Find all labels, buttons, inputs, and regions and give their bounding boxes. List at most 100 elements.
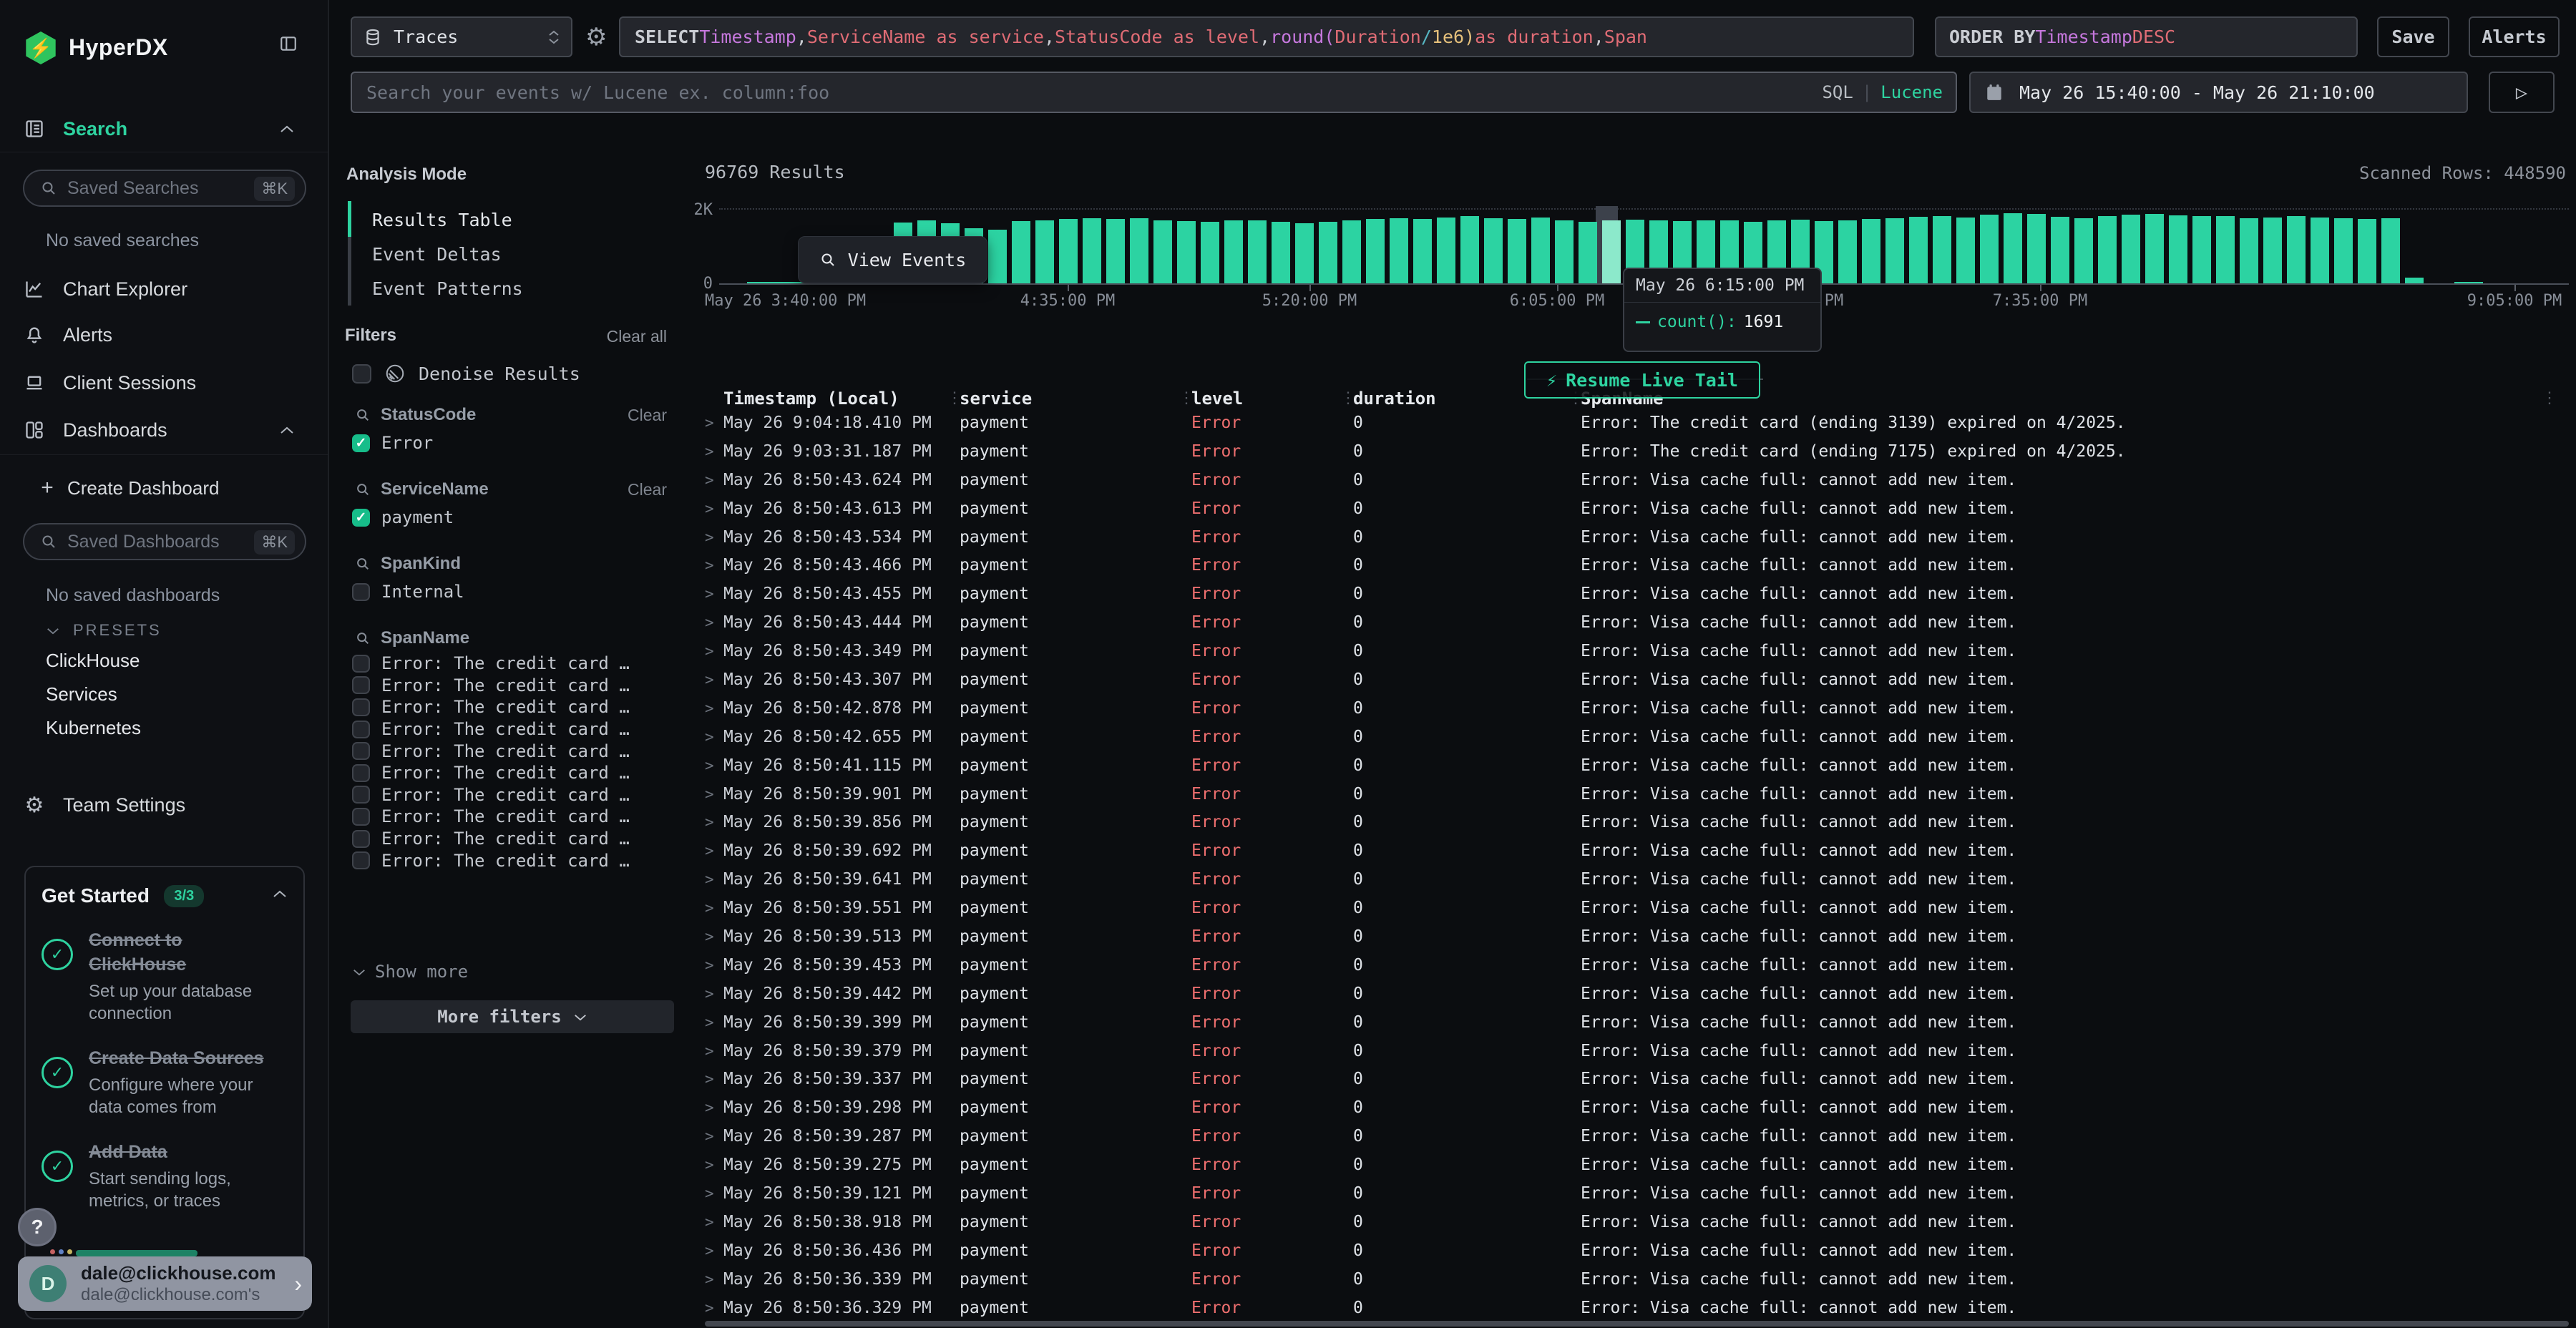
chart-bar[interactable]	[2098, 216, 2117, 284]
chart-bar[interactable]	[1319, 222, 1337, 284]
row-expand-chevron-icon[interactable]: >	[705, 786, 723, 803]
saved-dashboards-input[interactable]: Saved Dashboards ⌘K	[23, 523, 306, 560]
chart-bar[interactable]	[2216, 216, 2235, 284]
filter-checkbox[interactable]	[352, 655, 370, 673]
chart-bar[interactable]	[2074, 218, 2093, 284]
sidebar-item-chart-explorer[interactable]: Chart Explorer	[0, 273, 328, 305]
filter-checkbox[interactable]	[352, 676, 370, 694]
row-expand-chevron-icon[interactable]: >	[705, 1299, 723, 1317]
analysis-mode-item[interactable]: Event Patterns	[372, 271, 523, 306]
create-dashboard-button[interactable]: + Create Dashboard	[0, 472, 328, 504]
row-expand-chevron-icon[interactable]: >	[705, 557, 723, 574]
filter-option[interactable]: Error: The credit card …	[331, 718, 687, 741]
chart-bar[interactable]	[1248, 220, 1267, 284]
table-row[interactable]: >May 26 8:50:36.436 PMpaymentError0Error…	[705, 1236, 2569, 1265]
chart-bar[interactable]	[1106, 219, 1125, 284]
table-row[interactable]: >May 26 8:50:39.901 PMpaymentError0Error…	[705, 780, 2569, 809]
table-row[interactable]: >May 26 8:50:43.307 PMpaymentError0Error…	[705, 665, 2569, 694]
table-row[interactable]: >May 26 8:50:43.624 PMpaymentError0Error…	[705, 466, 2569, 494]
table-row[interactable]: >May 26 8:50:39.692 PMpaymentError0Error…	[705, 836, 2569, 865]
row-expand-chevron-icon[interactable]: >	[705, 1242, 723, 1259]
row-expand-chevron-icon[interactable]: >	[705, 757, 723, 774]
denoise-results-option[interactable]: Denoise Results	[352, 363, 580, 384]
chart-bar[interactable]	[2027, 214, 2046, 284]
more-filters-button[interactable]: More filters	[351, 1000, 674, 1033]
chart-bar[interactable]	[988, 230, 1007, 284]
filter-clear-button[interactable]: Clear	[628, 406, 667, 425]
table-row[interactable]: >May 26 8:50:43.466 PMpaymentError0Error…	[705, 551, 2569, 580]
chart-bar[interactable]	[2381, 218, 2400, 284]
show-more-button[interactable]: Show more	[352, 962, 468, 982]
table-row[interactable]: >May 26 9:04:18.410 PMpaymentError0Error…	[705, 409, 2569, 437]
sql-select-editor[interactable]: SELECT Timestamp, ServiceName as service…	[619, 16, 1914, 57]
column-menu-icon[interactable]: ⋮	[2542, 389, 2557, 407]
row-expand-chevron-icon[interactable]: >	[705, 643, 723, 660]
save-button[interactable]: Save	[2377, 16, 2449, 57]
filter-option[interactable]: Error: The credit card …	[331, 849, 687, 872]
table-row[interactable]: >May 26 8:50:39.275 PMpaymentError0Error…	[705, 1151, 2569, 1179]
chart-bar[interactable]	[2169, 215, 2187, 284]
chart-bar[interactable]	[1933, 216, 1951, 284]
user-menu[interactable]: D dale@clickhouse.com dale@clickhouse.co…	[18, 1256, 312, 1311]
run-query-button[interactable]: ▷	[2489, 72, 2555, 113]
chart-bar[interactable]	[1083, 218, 1101, 284]
row-expand-chevron-icon[interactable]: >	[705, 814, 723, 831]
get-started-step[interactable]: ✓Connect to ClickHouseSet up your databa…	[42, 929, 288, 1025]
column-timestamp[interactable]: Timestamp (Local)	[723, 389, 960, 409]
sidebar-item-client-sessions[interactable]: Client Sessions	[0, 367, 328, 399]
row-expand-chevron-icon[interactable]: >	[705, 871, 723, 888]
presets-toggle[interactable]: PRESETS	[46, 621, 162, 640]
chart-bar[interactable]	[1130, 218, 1148, 284]
chart-bar[interactable]	[1224, 220, 1243, 284]
row-expand-chevron-icon[interactable]: >	[705, 957, 723, 974]
filter-option[interactable]: Error: The credit card …	[331, 806, 687, 828]
chart-bar[interactable]	[1602, 220, 1621, 284]
order-by-editor[interactable]: ORDER BY Timestamp DESC	[1935, 16, 2358, 57]
chart-bar[interactable]	[1838, 220, 1857, 284]
row-expand-chevron-icon[interactable]: >	[705, 1214, 723, 1231]
table-row[interactable]: >May 26 8:50:39.399 PMpaymentError0Error…	[705, 1008, 2569, 1037]
chart-bar[interactable]	[1272, 222, 1290, 284]
denoise-checkbox[interactable]	[352, 364, 371, 384]
filter-checkbox[interactable]	[352, 786, 370, 804]
chart-bar[interactable]	[1980, 215, 1999, 284]
row-expand-chevron-icon[interactable]: >	[705, 414, 723, 431]
help-button[interactable]: ?	[18, 1208, 57, 1246]
chart-bar[interactable]	[1059, 219, 1078, 284]
row-expand-chevron-icon[interactable]: >	[705, 585, 723, 602]
preset-item[interactable]: Services	[46, 683, 117, 706]
row-expand-chevron-icon[interactable]: >	[705, 1156, 723, 1173]
chart-bar[interactable]	[2122, 215, 2140, 284]
chevron-up-icon[interactable]	[272, 889, 288, 899]
row-expand-chevron-icon[interactable]: >	[705, 614, 723, 631]
resume-live-tail-button[interactable]: ⚡ Resume Live Tail	[1524, 361, 1760, 399]
chart-bar[interactable]	[1862, 219, 1880, 284]
filter-checkbox[interactable]	[352, 583, 370, 601]
filter-checkbox[interactable]	[352, 721, 370, 738]
clear-all-button[interactable]: Clear all	[607, 327, 667, 346]
table-row[interactable]: >May 26 8:50:41.115 PMpaymentError0Error…	[705, 751, 2569, 780]
chart-bar[interactable]	[2311, 218, 2329, 284]
table-row[interactable]: >May 26 8:50:43.613 PMpaymentError0Error…	[705, 494, 2569, 523]
chart-bar[interactable]	[1460, 216, 1479, 284]
row-expand-chevron-icon[interactable]: >	[705, 671, 723, 688]
chart-bar[interactable]	[1909, 217, 1928, 284]
filter-checkbox[interactable]	[352, 808, 370, 826]
table-row[interactable]: >May 26 8:50:42.655 PMpaymentError0Error…	[705, 723, 2569, 751]
sidebar-item-dashboards[interactable]: Dashboards	[0, 414, 328, 446]
chart-bar[interactable]	[1555, 220, 1574, 284]
chart-bar[interactable]	[2240, 218, 2258, 284]
table-row[interactable]: >May 26 8:50:36.339 PMpaymentError0Error…	[705, 1265, 2569, 1294]
table-row[interactable]: >May 26 9:03:31.187 PMpaymentError0Error…	[705, 437, 2569, 466]
filter-checkbox[interactable]	[352, 742, 370, 760]
table-row[interactable]: >May 26 8:50:39.121 PMpaymentError0Error…	[705, 1179, 2569, 1208]
filter-option[interactable]: Error: The credit card …	[331, 762, 687, 784]
table-row[interactable]: >May 26 8:50:36.329 PMpaymentError0Error…	[705, 1294, 2569, 1322]
filter-checkbox[interactable]: ✓	[352, 509, 370, 527]
time-range-picker[interactable]: May 26 15:40:00 - May 26 21:10:00	[1969, 72, 2468, 113]
table-row[interactable]: >May 26 8:50:38.918 PMpaymentError0Error…	[705, 1208, 2569, 1236]
alerts-button[interactable]: Alerts	[2469, 16, 2560, 57]
table-row[interactable]: >May 26 8:50:39.287 PMpaymentError0Error…	[705, 1122, 2569, 1151]
row-expand-chevron-icon[interactable]: >	[705, 472, 723, 489]
chart-bar[interactable]	[1012, 221, 1030, 284]
